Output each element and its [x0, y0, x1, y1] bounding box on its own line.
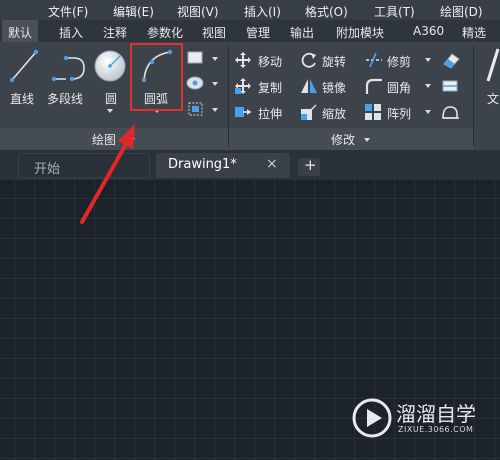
- play-logo-icon: [352, 398, 392, 438]
- watermark: 溜溜自学 ZIXUE.3066.COM: [352, 392, 476, 448]
- watermark-url: ZIXUE.3066.COM: [398, 425, 474, 434]
- watermark-name: 溜溜自学: [396, 402, 476, 426]
- annotation-arrow: [80, 124, 135, 224]
